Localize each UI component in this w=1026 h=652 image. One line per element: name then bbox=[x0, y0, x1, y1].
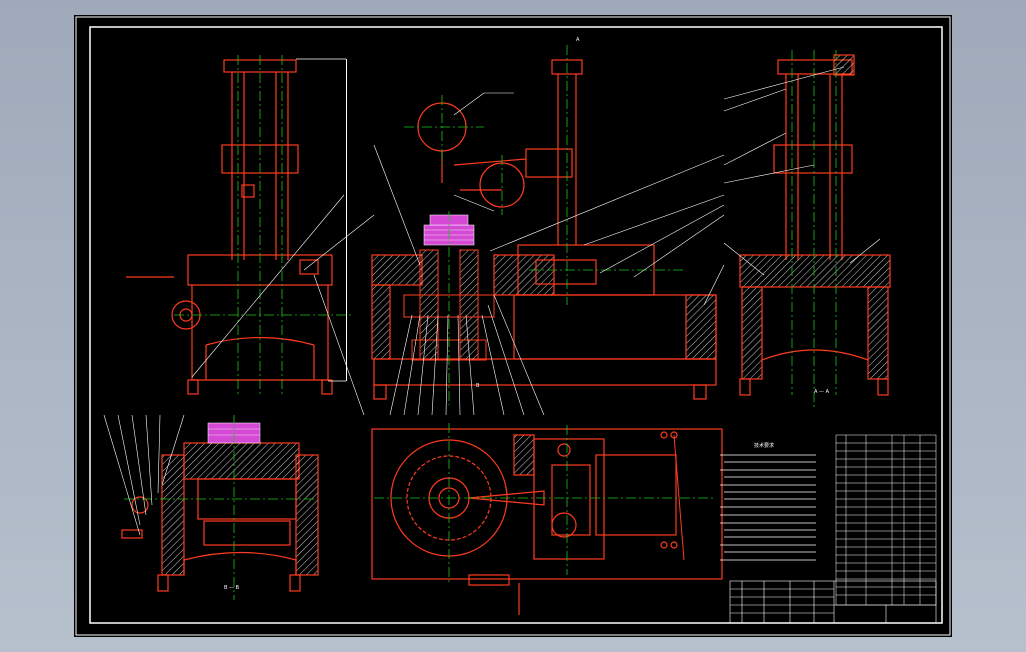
section-a-view bbox=[739, 54, 891, 396]
sheet-outer-border bbox=[75, 16, 951, 636]
top-view bbox=[371, 428, 723, 615]
notes-title: 技术要求 bbox=[754, 442, 774, 449]
technical-notes: 技术要求 bbox=[720, 442, 816, 561]
front-view-centerlines bbox=[174, 55, 354, 395]
parts-list-table bbox=[835, 434, 937, 606]
section-b-view bbox=[121, 442, 319, 592]
section-mark-b: B bbox=[476, 383, 480, 389]
cad-drawing: A — A A B B — B 技术要求 bbox=[75, 16, 951, 636]
notes-text-lines bbox=[720, 454, 816, 561]
cad-drawing-viewport[interactable]: A — A A B B — B 技术要求 bbox=[74, 15, 952, 637]
section-b-label: B — B bbox=[224, 585, 240, 591]
title-block bbox=[729, 580, 937, 624]
section-a-label: A — A bbox=[814, 389, 830, 395]
front-view bbox=[126, 59, 333, 395]
section-mark-a: A bbox=[576, 37, 580, 43]
